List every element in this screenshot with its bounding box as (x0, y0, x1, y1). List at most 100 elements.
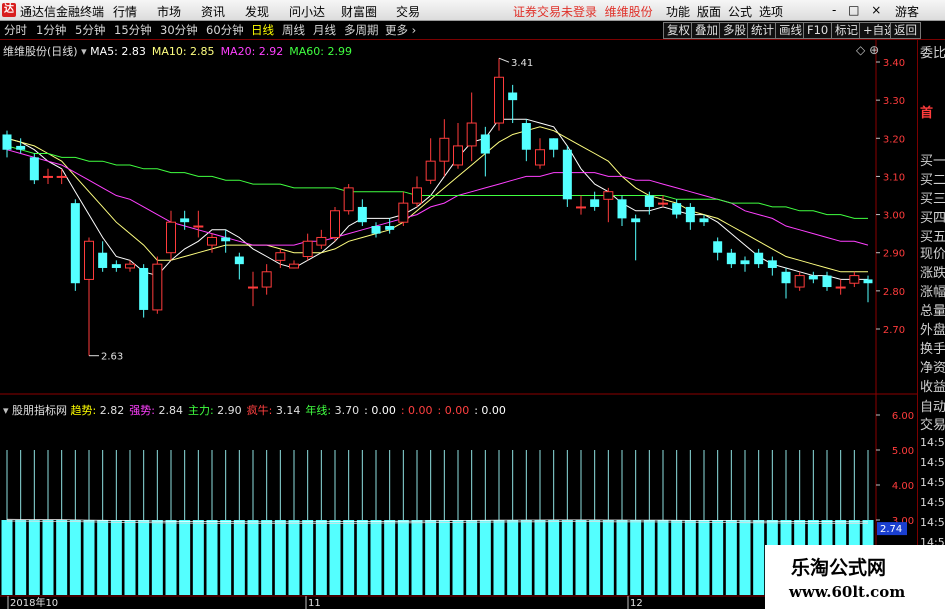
candle-body (713, 241, 723, 253)
candle-body (343, 187, 354, 212)
f10-button[interactable]: F10 (803, 22, 833, 39)
candle (16, 138, 26, 154)
indicator-bar (725, 520, 737, 595)
chevron-down-icon[interactable]: ▾ (3, 404, 12, 417)
candle-body (16, 145, 26, 150)
candle-body (261, 271, 272, 288)
statistics-button[interactable]: 统计 (747, 22, 778, 39)
indicator-bar (589, 520, 601, 595)
indicator-bar (192, 520, 204, 595)
price-axis-label: 2.90 (883, 249, 905, 260)
tab-15min[interactable]: 15分钟 (114, 23, 152, 38)
login-notice[interactable]: 证券交易未登录 维维股份 (513, 3, 653, 20)
candle-body (43, 175, 53, 178)
indicator-bar (630, 520, 642, 595)
menu-item-discover[interactable]: 发现 (245, 3, 269, 20)
candle (713, 237, 723, 261)
indicator-line (6, 518, 869, 523)
side-panel-item: 买二 (920, 173, 945, 188)
menu-item-layout[interactable]: 版面 (697, 3, 721, 20)
indicator-bar (384, 520, 396, 595)
menu-item-function[interactable]: 功能 (666, 3, 690, 20)
indicator-bar (411, 520, 423, 595)
candle-body (726, 252, 736, 265)
back-button[interactable]: 返回 (890, 22, 921, 39)
date-axis-label: 11 (308, 598, 321, 609)
tab-multi-period[interactable]: 多周期 (344, 23, 379, 38)
candle (849, 271, 860, 288)
indicator-info-line: ▾ 股朋指标网 趋势: 2.82 强势: 2.84 主力: 2.90 疯牛: 3.14… (3, 402, 511, 418)
candle-body (822, 275, 832, 288)
candle-body (330, 210, 340, 238)
guest-login-button[interactable]: 游客 (895, 3, 919, 20)
candle-body (56, 175, 67, 178)
indicator-bar (452, 520, 464, 595)
menu-item-assistant[interactable]: 问小达 (289, 3, 325, 20)
candle-body (699, 218, 709, 223)
menu-bar: 达 通达信金融终端 行情 市场 资讯 发现 问小达 财富圈 交易 证券交易未登录… (0, 0, 945, 21)
indicator-bar (15, 520, 27, 595)
candle-body (767, 260, 777, 268)
indicator-legend-item: 年线: 3.70 (305, 404, 359, 417)
candle (425, 138, 436, 185)
tab-timeshare[interactable]: 分时 (4, 23, 27, 38)
menu-item-quotes[interactable]: 行情 (113, 3, 137, 20)
restore-rights-button[interactable]: 复权 (663, 22, 694, 39)
multi-stock-button[interactable]: 多股 (719, 22, 750, 39)
candle-body (549, 138, 559, 150)
menu-item-trade[interactable]: 交易 (396, 3, 420, 20)
tab-60min[interactable]: 60分钟 (206, 23, 244, 38)
indicator-axis-label: 6.00 (892, 411, 914, 422)
candle-body (808, 275, 818, 280)
indicator-bar (520, 520, 532, 595)
date-axis-label: 12 (630, 598, 643, 609)
draw-line-button[interactable]: 画线 (775, 22, 806, 39)
candle-body (371, 226, 381, 234)
indicator-legend-value: 3.70 (331, 404, 360, 417)
candle (521, 119, 531, 162)
ma-legend: MA5: 2.83 MA10: 2.85 MA20: 2.92 MA60: 2.99 (90, 45, 358, 58)
tab-more-label: 更多 (385, 23, 408, 37)
high-marker (498, 57, 510, 63)
candle-body (166, 221, 176, 254)
candle (56, 168, 67, 185)
indicator-bar (343, 520, 355, 595)
diamond-icon[interactable]: ◇ (856, 43, 865, 57)
tab-30min[interactable]: 30分钟 (160, 23, 198, 38)
kline-chart[interactable]: 3.40 3.30 3.20 3.10 3.00 2.90 2.80 2.70 3.41 2.63… (0, 40, 917, 609)
menu-item-market[interactable]: 市场 (157, 3, 181, 20)
menu-item-news[interactable]: 资讯 (201, 3, 225, 20)
candle-body (234, 256, 244, 265)
side-panel-item: 14:56 (920, 456, 945, 469)
menu-item-wealth[interactable]: 财富圈 (341, 3, 377, 20)
indicator-bar (356, 520, 368, 595)
tab-monthly[interactable]: 月线 (313, 23, 336, 38)
price-axis-label: 3.10 (883, 172, 905, 183)
overlay-button[interactable]: 叠加 (691, 22, 722, 39)
tab-1min[interactable]: 1分钟 (36, 23, 66, 38)
indicator-bar (466, 520, 478, 595)
zoom-icon[interactable]: ⊕ (869, 43, 879, 57)
menu-item-formula[interactable]: 公式 (728, 3, 752, 20)
tab-more[interactable]: 更多 › (385, 23, 416, 38)
window-controls[interactable]: - □ × (832, 3, 885, 17)
indicator-legend-item: 主力: 2.90 (188, 404, 242, 417)
candle (453, 123, 463, 169)
indicator-bar (507, 520, 519, 595)
indicator-bar (602, 520, 614, 595)
candle-body (289, 263, 299, 269)
indicator-bar (329, 520, 341, 595)
menu-item-options[interactable]: 选项 (759, 3, 783, 20)
candle-body (521, 123, 531, 150)
mark-button[interactable]: 标记 (831, 22, 862, 39)
ma-line-ma5 (6, 118, 868, 280)
candle (316, 229, 327, 249)
indicator-bar (534, 520, 546, 595)
tab-daily[interactable]: 日线 (251, 23, 274, 38)
candle-body (576, 206, 586, 209)
tab-weekly[interactable]: 周线 (282, 23, 305, 38)
chevron-down-icon[interactable]: ▾ (81, 45, 90, 58)
indicator-bar (220, 520, 232, 595)
tab-5min[interactable]: 5分钟 (75, 23, 105, 38)
candle (822, 271, 832, 291)
